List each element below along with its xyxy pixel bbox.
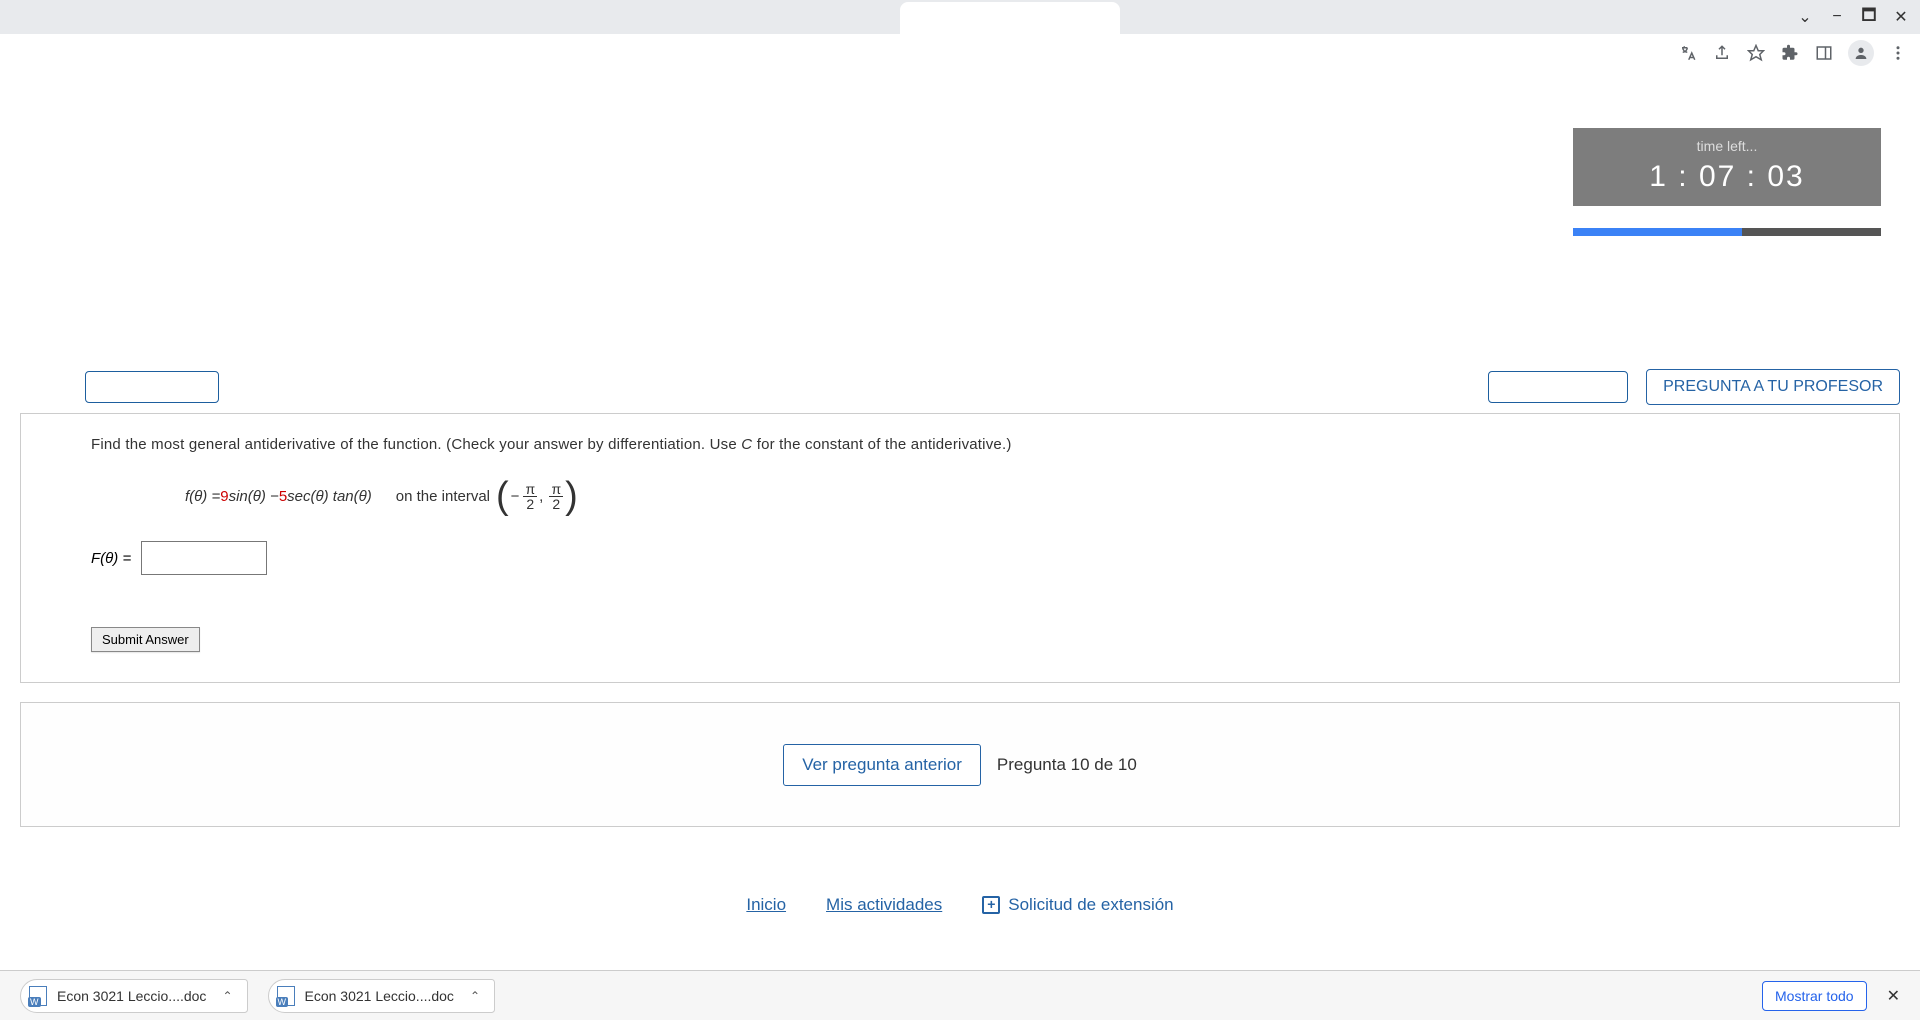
trig-1: sin(θ) − [229,488,279,505]
question-position-label: Pregunta 10 de 10 [997,755,1137,775]
browser-toolbar [0,34,1920,72]
right-paren-icon: ) [565,477,578,515]
fraction-lower: π 2 [523,482,537,511]
instructions-var: C [741,436,752,453]
footer-links: Inicio Mis actividades Solicitud de exte… [0,895,1920,915]
panel-icon[interactable] [1814,43,1834,63]
interval-label: on the interval [396,488,490,505]
tab-strip-left [0,0,900,34]
answer-lhs: F(θ) = [91,550,131,567]
next-action-button[interactable] [1488,371,1628,403]
timer-widget: time left... 1 : 07 : 03 [1573,128,1881,206]
translate-icon[interactable] [1678,43,1698,63]
question-instructions: Find the most general antiderivative of … [91,436,1873,453]
question-action-row: PREGUNTA A TU PROFESOR [85,365,1900,409]
fraction-upper: π 2 [549,482,563,511]
timer-progress [1573,228,1881,236]
close-downloads-icon[interactable]: ✕ [1887,986,1900,1006]
activities-link[interactable]: Mis actividades [826,895,942,915]
show-all-downloads-button[interactable]: Mostrar todo [1762,981,1867,1011]
calendar-plus-icon [982,896,1000,914]
chevron-up-icon[interactable]: ⌃ [470,989,480,1003]
star-icon[interactable] [1746,43,1766,63]
close-window-icon[interactable]: ✕ [1894,10,1908,24]
home-link[interactable]: Inicio [746,895,786,915]
coef-1: 9 [220,488,228,505]
submit-answer-button[interactable]: Submit Answer [91,627,200,652]
timer-progress-fill [1573,228,1742,236]
extension-request-link[interactable]: Solicitud de extensión [982,895,1173,915]
extension-request-label: Solicitud de extensión [1008,895,1173,915]
download-item[interactable]: Econ 3021 Leccio....doc ⌃ [20,979,248,1013]
instructions-text-pre: Find the most general antiderivative of … [91,436,741,453]
minimize-icon[interactable]: − [1830,10,1844,24]
instructions-text-post: for the constant of the antiderivative.) [752,436,1011,453]
interval-value: ( − π 2 , π 2 ) [496,477,578,515]
previous-question-button[interactable]: Ver pregunta anterior [783,744,981,786]
kebab-menu-icon[interactable] [1888,43,1908,63]
answer-input[interactable] [141,541,267,575]
profile-avatar-icon[interactable] [1848,40,1874,66]
download-filename: Econ 3021 Leccio....doc [57,988,206,1004]
downloads-bar: Econ 3021 Leccio....doc ⌃ Econ 3021 Lecc… [0,970,1920,1020]
coef-2: 5 [279,488,287,505]
ask-professor-button[interactable]: PREGUNTA A TU PROFESOR [1646,369,1900,405]
download-filename: Econ 3021 Leccio....doc [305,988,454,1004]
word-doc-icon [277,986,295,1006]
puzzle-icon[interactable] [1780,43,1800,63]
chevron-down-icon[interactable]: ⌄ [1798,10,1812,24]
timer-label: time left... [1573,138,1881,154]
func-lhs: f(θ) = [185,488,220,505]
word-doc-icon [29,986,47,1006]
download-item[interactable]: Econ 3021 Leccio....doc ⌃ [268,979,496,1013]
share-icon[interactable] [1712,43,1732,63]
question-equation: f(θ) = 9 sin(θ) − 5 sec(θ) tan(θ) on the… [185,477,1873,515]
timer-value: 1 : 07 : 03 [1573,160,1881,194]
browser-tab-strip: ⌄ − 🗖 ✕ [0,0,1920,34]
question-nav-panel: Ver pregunta anterior Pregunta 10 de 10 [20,702,1900,827]
tab-strip-right: ⌄ − 🗖 ✕ [1120,0,1920,34]
left-paren-icon: ( [496,477,509,515]
trig-2: sec(θ) tan(θ) [287,488,372,505]
answer-row: F(θ) = [91,541,1873,575]
prev-action-button[interactable] [85,371,219,403]
question-panel: Find the most general antiderivative of … [20,413,1900,683]
chevron-up-icon[interactable]: ⌃ [222,989,232,1003]
maximize-icon[interactable]: 🗖 [1862,10,1876,24]
active-tab[interactable] [900,2,1120,36]
